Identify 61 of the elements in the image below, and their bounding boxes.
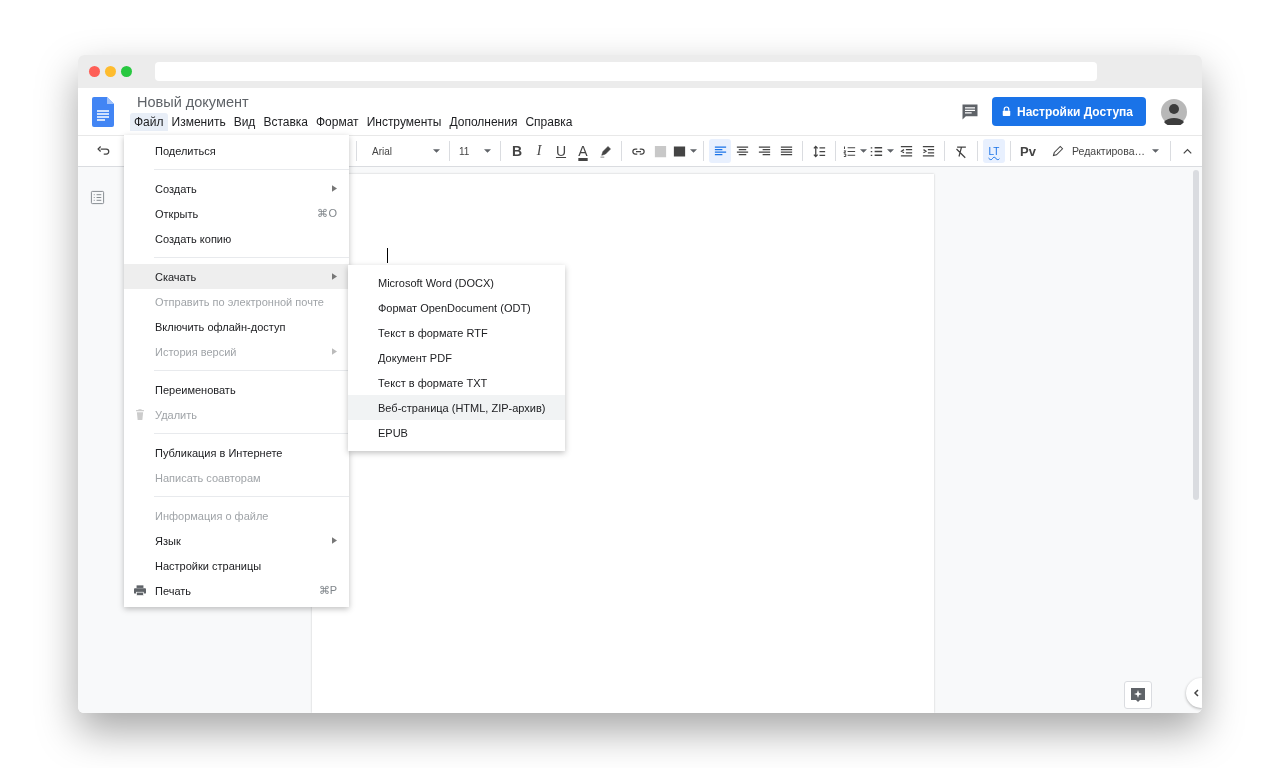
scrollbar[interactable] xyxy=(1193,170,1199,500)
align-left-button[interactable] xyxy=(709,139,731,163)
clear-icon xyxy=(953,143,969,159)
submenu-item[interactable]: Текст в формате TXT xyxy=(348,370,565,395)
caret-icon xyxy=(433,149,440,153)
indent-icon xyxy=(920,143,936,159)
share-button[interactable]: Настройки Доступа xyxy=(992,97,1146,126)
menu-item[interactable]: Инструменты xyxy=(362,113,446,131)
printer-icon xyxy=(133,585,146,596)
menu-item[interactable]: Язык xyxy=(124,528,349,553)
outline-icon[interactable] xyxy=(90,190,105,205)
menu-item[interactable]: Поделиться xyxy=(124,138,349,163)
caret-icon xyxy=(1152,149,1159,153)
caret-icon xyxy=(860,149,867,153)
menu-item[interactable]: Изменить xyxy=(167,113,230,131)
menu-item[interactable]: Формат xyxy=(312,113,363,131)
spellcheck-button[interactable]: LT xyxy=(983,139,1005,163)
explore-button[interactable] xyxy=(1124,681,1152,709)
input-tools-button[interactable]: Pv xyxy=(1016,139,1040,163)
menu-item[interactable]: Открыть ⌘O xyxy=(124,201,349,226)
spacing-icon xyxy=(811,143,827,159)
chevron-left-icon xyxy=(1192,688,1202,698)
text-cursor xyxy=(387,248,388,263)
sparkle-icon xyxy=(1130,687,1146,703)
submenu-item[interactable]: Формат OpenDocument (ODT) xyxy=(348,295,565,320)
document-title[interactable]: Новый документ xyxy=(137,94,577,110)
mode-select[interactable]: Редактирова… xyxy=(1046,144,1165,158)
underline-button[interactable]: U xyxy=(550,139,572,163)
avatar[interactable] xyxy=(1161,98,1187,125)
document-logo-icon[interactable] xyxy=(92,96,114,127)
outdent-icon xyxy=(898,143,914,159)
menu-item[interactable]: Скачать xyxy=(124,264,349,289)
menu-item[interactable]: Файл xyxy=(130,113,168,131)
text-color-button[interactable]: A xyxy=(572,139,594,163)
lock-icon xyxy=(1002,106,1012,117)
caret-icon xyxy=(887,149,894,153)
submenu-item[interactable]: Веб-страница (HTML, ZIP-архив) xyxy=(348,395,565,420)
trash-icon xyxy=(133,409,146,420)
menu-item[interactable]: Переименовать xyxy=(124,377,349,402)
menu-item[interactable]: Настройки страницы xyxy=(124,553,349,578)
menu-item[interactable]: Печать ⌘P xyxy=(124,578,349,603)
bold-button[interactable]: B xyxy=(506,139,528,163)
menu-item[interactable]: Вид xyxy=(229,113,260,131)
caret-icon xyxy=(690,149,697,153)
pencil-icon xyxy=(1052,145,1064,157)
submenu-item[interactable]: EPUB xyxy=(348,420,565,445)
menu-item[interactable]: Создать xyxy=(124,176,349,201)
font-select[interactable]: Arial xyxy=(362,145,444,157)
menu-item[interactable]: Справка xyxy=(521,113,577,131)
submenu-item[interactable]: Документ PDF xyxy=(348,345,565,370)
submenu-item[interactable]: Текст в формате RTF xyxy=(348,320,565,345)
submenu-item[interactable]: Microsoft Word (DOCX) xyxy=(348,270,565,295)
italic-button[interactable]: I xyxy=(528,139,550,163)
menu-item[interactable]: Включить офлайн-доступ xyxy=(124,314,349,339)
menu-item[interactable]: Вставка xyxy=(259,113,312,131)
menu-item[interactable]: Дополнения xyxy=(445,113,522,131)
font-size-select[interactable]: 11 xyxy=(455,145,495,157)
menu-item[interactable]: Создать копию xyxy=(124,226,349,251)
menu-item[interactable]: Публикация в Интернете xyxy=(124,440,349,465)
close-icon[interactable] xyxy=(89,66,100,77)
caret-icon xyxy=(484,149,491,153)
